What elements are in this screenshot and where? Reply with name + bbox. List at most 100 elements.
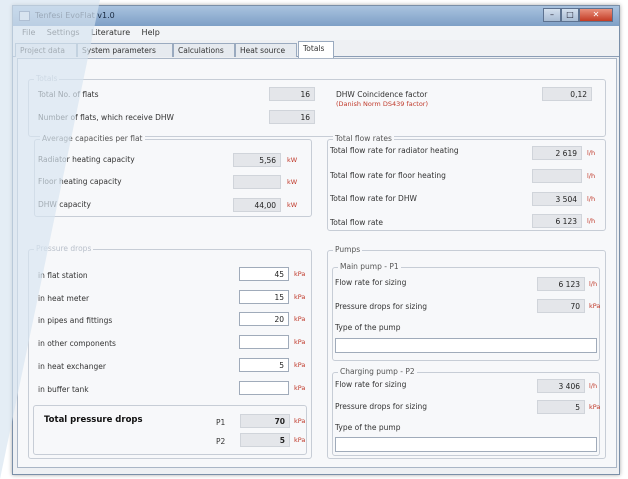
- pumps-legend: Pumps: [333, 245, 363, 254]
- dhw-capacity-label: DHW capacity: [38, 200, 91, 209]
- dhw-flow-unit: l/h: [587, 195, 596, 203]
- heat-meter-unit: kPa: [294, 293, 306, 301]
- buffer-tank-unit: kPa: [294, 384, 306, 392]
- tab-calculations[interactable]: Calculations: [173, 43, 235, 57]
- total-flats-label: Total No. of flats: [38, 90, 99, 99]
- buffer-tank-input[interactable]: [239, 381, 289, 395]
- other-components-unit: kPa: [294, 338, 306, 346]
- other-components-label: in other components: [38, 339, 116, 348]
- other-components-input[interactable]: [239, 335, 289, 349]
- totals-panel: Totals Total No. of flats 16 Number of f…: [17, 58, 617, 468]
- menu-bar: File Settings Literature Help: [13, 26, 619, 40]
- total-p1-label: P1: [216, 418, 226, 427]
- totals-legend: Totals: [34, 74, 60, 83]
- menu-file[interactable]: File: [22, 28, 35, 37]
- radiator-flow-unit: l/h: [587, 149, 596, 157]
- radiator-capacity-value: 5,56: [233, 153, 281, 167]
- heat-meter-input[interactable]: 15: [239, 290, 289, 304]
- main-pressure-unit: kPa: [589, 302, 601, 310]
- average-capacities-group: Average capacities per flat Radiator hea…: [34, 134, 312, 217]
- flat-station-label: in flat station: [38, 271, 88, 280]
- close-button[interactable]: ✕: [579, 8, 613, 22]
- total-flow-value: 6 123: [532, 214, 582, 228]
- tab-strip: Project data System parameters Calculati…: [13, 41, 619, 58]
- charging-flow-unit: l/h: [589, 382, 598, 390]
- floor-flow-value: [532, 169, 582, 183]
- main-flow-label: Flow rate for sizing: [335, 278, 407, 287]
- charging-pump-type-input[interactable]: [335, 437, 597, 452]
- dhw-capacity-value: 44,00: [233, 198, 281, 212]
- coincidence-factor-value: 0,12: [542, 87, 592, 101]
- dhw-capacity-unit: kW: [287, 201, 298, 209]
- charging-pump-group: Charging pump - P2 Flow rate for sizing …: [332, 367, 601, 456]
- main-flow-value: 6 123: [537, 277, 585, 291]
- charging-pressure-unit: kPa: [589, 403, 601, 411]
- main-pressure-label: Pressure drops for sizing: [335, 302, 427, 311]
- main-pump-type-label: Type of the pump: [335, 323, 401, 332]
- dhw-flow-value: 3 504: [532, 192, 582, 206]
- total-p2-unit: kPa: [294, 436, 306, 444]
- heat-exchanger-input[interactable]: 5: [239, 358, 289, 372]
- title-bar[interactable]: Tenfesi EvoFlat v1.0 – □ ✕: [13, 6, 619, 26]
- pressure-drops-group: Pressure drops in flat station 45 kPa in…: [28, 244, 312, 459]
- charging-pump-type-label: Type of the pump: [335, 423, 401, 432]
- heat-exchanger-label: in heat exchanger: [38, 362, 106, 371]
- floor-capacity-label: Floor heating capacity: [38, 177, 122, 186]
- tab-system-parameters[interactable]: System parameters: [77, 43, 173, 57]
- heat-exchanger-unit: kPa: [294, 361, 306, 369]
- radiator-flow-label: Total flow rate for radiator heating: [330, 146, 459, 155]
- dhw-flats-label: Number of flats, which receive DHW: [38, 113, 174, 122]
- flat-station-input[interactable]: 45: [239, 267, 289, 281]
- total-flow-unit: l/h: [587, 217, 596, 225]
- charging-pressure-value: 5: [537, 400, 585, 414]
- total-p2-value: 5: [240, 433, 290, 447]
- tab-heat-source[interactable]: Heat source: [235, 43, 297, 57]
- main-pump-type-input[interactable]: [335, 338, 597, 353]
- flow-rates-group: Total flow rates Total flow rate for rad…: [327, 134, 606, 231]
- main-pump-group: Main pump - P1 Flow rate for sizing 6 12…: [332, 262, 601, 361]
- pipes-fittings-input[interactable]: 20: [239, 312, 289, 326]
- app-icon: [19, 11, 30, 21]
- pipes-fittings-label: in pipes and fittings: [38, 316, 113, 325]
- floor-capacity-value: [233, 175, 281, 189]
- pumps-group: Pumps Main pump - P1 Flow rate for sizin…: [327, 245, 606, 459]
- totals-group: Totals Total No. of flats 16 Number of f…: [28, 74, 606, 137]
- buffer-tank-label: in buffer tank: [38, 385, 89, 394]
- flat-station-unit: kPa: [294, 270, 306, 278]
- floor-flow-label: Total flow rate for floor heating: [330, 171, 446, 180]
- menu-help[interactable]: Help: [142, 28, 160, 37]
- charging-flow-value: 3 406: [537, 379, 585, 393]
- main-pump-legend: Main pump - P1: [338, 262, 401, 271]
- radiator-capacity-unit: kW: [287, 156, 298, 164]
- floor-capacity-unit: kW: [287, 178, 298, 186]
- menu-settings[interactable]: Settings: [47, 28, 80, 37]
- dhw-flow-label: Total flow rate for DHW: [330, 194, 417, 203]
- tab-project-data[interactable]: Project data: [15, 43, 77, 57]
- flow-rates-legend: Total flow rates: [333, 134, 394, 143]
- coincidence-factor-label: DHW Coincidence factor: [336, 90, 428, 99]
- floor-flow-unit: l/h: [587, 172, 596, 180]
- maximize-button[interactable]: □: [561, 8, 579, 22]
- coincidence-factor-note: (Danish Norm DS439 factor): [336, 100, 428, 108]
- pipes-fittings-unit: kPa: [294, 315, 306, 323]
- total-flats-value: 16: [269, 87, 315, 101]
- total-p2-label: P2: [216, 437, 226, 446]
- total-p1-value: 70: [240, 414, 290, 428]
- heat-meter-label: in heat meter: [38, 294, 90, 303]
- window-title: Tenfesi EvoFlat v1.0: [35, 11, 115, 20]
- total-pressure-drops-box: Total pressure drops P1 70 kPa P2 5 kPa: [33, 405, 307, 455]
- app-window: Tenfesi EvoFlat v1.0 – □ ✕ File Settings…: [12, 5, 620, 475]
- charging-pressure-label: Pressure drops for sizing: [335, 402, 427, 411]
- dhw-flats-value: 16: [269, 110, 315, 124]
- main-flow-unit: l/h: [589, 280, 598, 288]
- main-pressure-value: 70: [537, 299, 585, 313]
- pressure-drops-legend: Pressure drops: [34, 244, 94, 253]
- charging-pump-legend: Charging pump - P2: [338, 367, 417, 376]
- radiator-flow-value: 2 619: [532, 146, 582, 160]
- total-flow-label: Total flow rate: [330, 218, 383, 227]
- minimize-button[interactable]: –: [543, 8, 561, 22]
- total-pressure-drops-label: Total pressure drops: [44, 415, 143, 425]
- menu-literature[interactable]: Literature: [91, 28, 130, 37]
- average-capacities-legend: Average capacities per flat: [40, 134, 145, 143]
- tab-totals[interactable]: Totals: [298, 41, 334, 58]
